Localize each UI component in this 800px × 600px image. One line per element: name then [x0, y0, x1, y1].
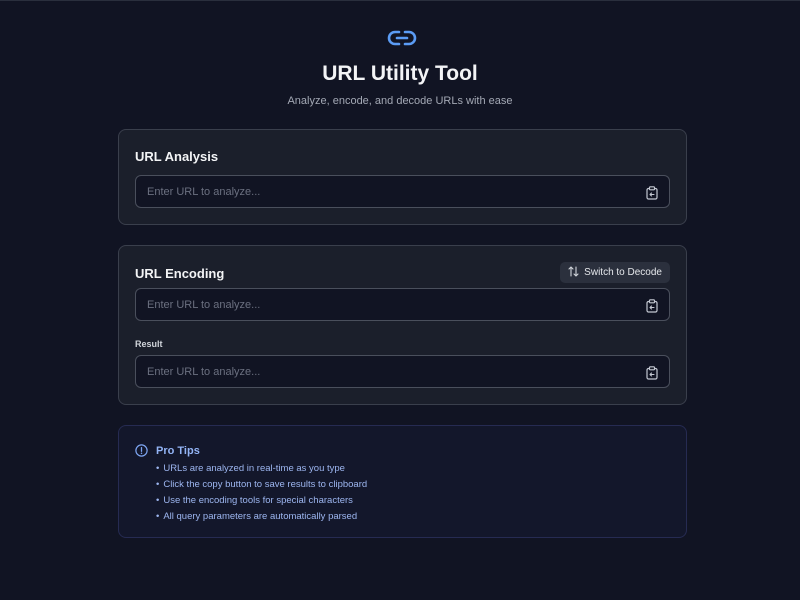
- page-title: URL Utility Tool: [322, 62, 478, 85]
- clipboard-icon[interactable]: [645, 298, 659, 313]
- info-icon: [135, 444, 148, 457]
- switch-to-decode-button[interactable]: Switch to Decode: [560, 262, 670, 283]
- url-analysis-card: URL Analysis: [118, 129, 687, 225]
- result-input[interactable]: [136, 356, 669, 387]
- result-label: Result: [135, 339, 163, 349]
- url-encoding-input[interactable]: [136, 289, 669, 320]
- clipboard-icon[interactable]: [645, 365, 659, 380]
- url-analysis-title: URL Analysis: [135, 149, 219, 164]
- url-encoding-title: URL Encoding: [135, 266, 225, 281]
- pro-tips-list: • URLs are analyzed in real-time as you t…: [156, 461, 367, 525]
- url-encoding-field: [135, 288, 670, 321]
- app-root: URL Utility Tool Analyze, encode, and de…: [0, 0, 800, 600]
- url-analysis-field: [135, 175, 670, 208]
- result-field: [135, 355, 670, 388]
- top-divider: [0, 0, 800, 1]
- pro-tips-title: Pro Tips: [156, 445, 200, 457]
- clipboard-icon[interactable]: [645, 185, 659, 200]
- link-icon: [386, 24, 418, 52]
- swap-vertical-icon: [568, 265, 579, 280]
- url-encoding-card: URL Encoding Switch to Decode Result: [118, 245, 687, 405]
- tip-item: • All query parameters are automatically …: [156, 511, 358, 522]
- url-analysis-input[interactable]: [136, 176, 669, 207]
- switch-to-decode-label: Switch to Decode: [584, 267, 662, 278]
- page-subtitle: Analyze, encode, and decode URLs with ea…: [287, 95, 513, 107]
- tip-item: • Use the encoding tools for special char…: [156, 495, 353, 506]
- tip-item: • Click the copy button to save results t…: [156, 479, 368, 490]
- tip-item: • URLs are analyzed in real-time as you t…: [156, 463, 345, 474]
- pro-tips-panel: Pro Tips • URLs are analyzed in real-time…: [118, 425, 687, 538]
